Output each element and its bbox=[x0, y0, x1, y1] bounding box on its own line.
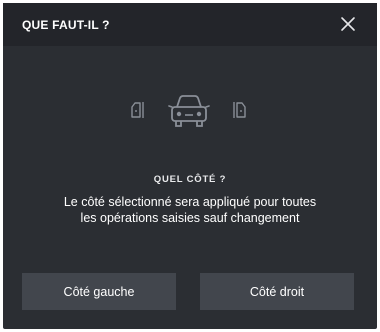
side-selection-dialog: QUE FAUT-IL ? QUEL CÔTÉ ? Le côté sélect… bbox=[3, 3, 377, 329]
left-side-button-label: Côté gauche bbox=[63, 284, 135, 299]
car-front-icon bbox=[168, 95, 210, 127]
side-icons bbox=[3, 85, 377, 131]
door-right-icon bbox=[233, 102, 246, 118]
dialog-title: QUE FAUT-IL ? bbox=[22, 18, 110, 32]
close-icon[interactable] bbox=[338, 14, 358, 34]
description-text: Le côté sélectionné sera appliqué pour t… bbox=[63, 195, 317, 225]
dialog-header: QUE FAUT-IL ? bbox=[3, 3, 377, 46]
right-side-button[interactable]: Côté droit bbox=[200, 273, 354, 310]
left-side-button[interactable]: Côté gauche bbox=[22, 273, 176, 310]
door-left-icon bbox=[131, 102, 144, 118]
question-heading: QUEL CÔTÉ ? bbox=[153, 174, 227, 185]
right-side-button-label: Côté droit bbox=[249, 284, 305, 299]
